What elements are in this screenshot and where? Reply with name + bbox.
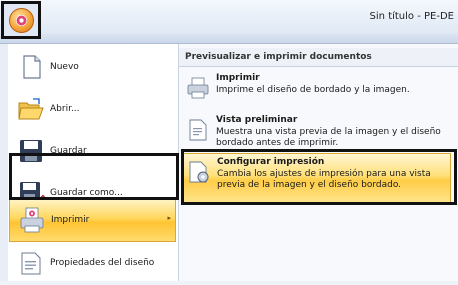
- menu-gutter: [0, 44, 8, 281]
- open-folder-icon: [18, 98, 44, 120]
- submenu-arrow-icon: ▸: [167, 214, 171, 222]
- printer-icon: [187, 77, 209, 99]
- submenu-item-configurar-impresion[interactable]: Configurar impresión Cambia los ajustes …: [183, 153, 451, 203]
- submenu-item-imprimir[interactable]: Imprimir Imprime el diseño de bordado y …: [183, 70, 451, 106]
- print-icon: [20, 207, 44, 233]
- application-button-highlight[interactable]: [1, 1, 41, 39]
- submenu-item-vista-preliminar[interactable]: Vista preliminar Muestra una vista previ…: [183, 112, 451, 154]
- menu-item-label: Guardar como...: [50, 188, 123, 198]
- menu-commands-column: Nuevo Abrir... Guardar Guardar como... I…: [0, 44, 179, 281]
- flower-logo-icon: [16, 15, 27, 26]
- print-setup-icon: [189, 161, 209, 183]
- menu-item-abrir[interactable]: Abrir...: [9, 89, 176, 131]
- properties-icon: [21, 252, 41, 275]
- submenu-item-description: Imprime el diseño de bordado y la imagen…: [216, 85, 410, 95]
- menu-item-propiedades[interactable]: Propiedades del diseño: [9, 243, 176, 285]
- submenu-item-title: Imprimir: [216, 73, 260, 83]
- submenu-panel: Previsualizar e imprimir documentos Impr…: [179, 44, 458, 281]
- menu-item-label: Propiedades del diseño: [50, 258, 155, 268]
- menu-item-label: Nuevo: [50, 62, 79, 72]
- submenu-item-title: Configurar impresión: [217, 157, 325, 167]
- submenu-item-description: Muestra una vista previa de la imagen y …: [216, 127, 441, 148]
- menu-item-label: Abrir...: [50, 104, 80, 114]
- submenu-header: Previsualizar e imprimir documentos: [179, 48, 458, 67]
- submenu-item-title: Vista preliminar: [216, 115, 298, 125]
- application-menu: Nuevo Abrir... Guardar Guardar como... I…: [0, 43, 458, 281]
- new-document-icon: [23, 55, 41, 79]
- title-bar: Sin título - PE-DE: [0, 0, 458, 35]
- menu-item-label: Imprimir: [51, 215, 90, 225]
- submenu-header-text: Previsualizar e imprimir documentos: [185, 52, 372, 62]
- menu-item-guardar[interactable]: Guardar: [9, 131, 176, 173]
- ribbon-strip: [0, 34, 458, 43]
- print-preview-icon: [189, 119, 207, 141]
- application-menu-button[interactable]: [9, 8, 34, 33]
- submenu-item-description: Cambia los ajustes de impresión para una…: [217, 169, 431, 190]
- menu-item-nuevo[interactable]: Nuevo: [9, 47, 176, 89]
- window-title: Sin título - PE-DE: [369, 11, 454, 22]
- save-disk-icon: [20, 140, 42, 162]
- menu-item-label: Guardar: [50, 146, 87, 156]
- menu-item-imprimir[interactable]: Imprimir ▸: [9, 199, 176, 242]
